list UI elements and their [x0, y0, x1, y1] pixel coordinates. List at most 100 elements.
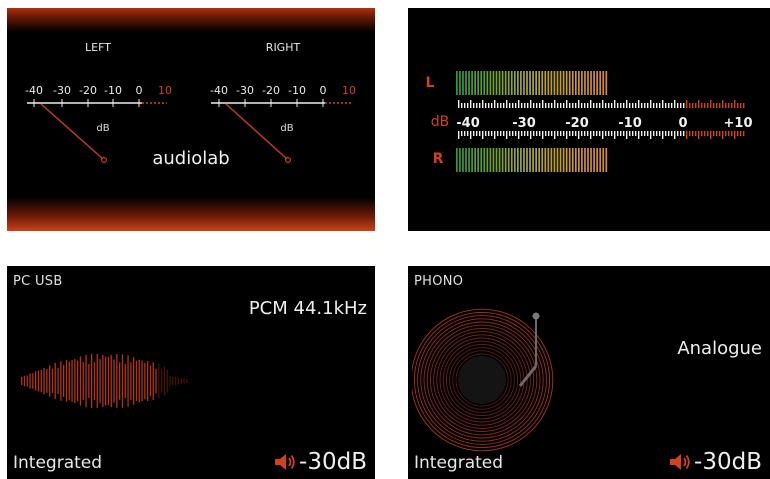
scale-tick-top: [728, 103, 730, 108]
scale-tick-top: [464, 103, 466, 108]
scale-tick-top: [584, 103, 586, 108]
scale-tick-top: [731, 103, 733, 108]
scale-tick-top: [653, 103, 655, 108]
scale-tick-top: [476, 103, 478, 108]
waveform-line: [63, 364, 65, 398]
scale-tick-bottom: [614, 131, 616, 139]
scale-tick-top: [593, 103, 595, 108]
waveform-line: [102, 354, 104, 408]
scale-tick-bottom: [707, 131, 709, 136]
level-segment: [501, 71, 504, 95]
waveform-line: [127, 355, 129, 407]
scale-tick-top: [611, 103, 613, 108]
scale-tick-top: [638, 100, 640, 108]
scale-tick-top: [560, 103, 562, 108]
scale-tick-top: [605, 103, 607, 108]
scale-tick-top: [683, 103, 685, 108]
waveform-line: [161, 369, 163, 393]
scale-tick-top: [470, 100, 472, 108]
waveform-line: [91, 353, 93, 409]
scale-tick-top: [713, 103, 715, 108]
scale-tick-bottom: [677, 131, 679, 136]
left-meter: LEFT -40 -30 -20 -10 0 10 dB: [25, 41, 172, 164]
waveform-line: [85, 354, 87, 408]
right-level-bar: [456, 148, 608, 172]
level-segment: [465, 148, 467, 172]
scale-tick-bottom: [629, 131, 631, 136]
speaker-icon: [670, 454, 690, 470]
scale-tick-bottom: [611, 131, 613, 136]
level-segment: [574, 148, 577, 172]
scale-tick-bottom: [545, 131, 547, 136]
level-segment: [510, 148, 513, 172]
level-segment: [602, 71, 605, 95]
level-segment: [559, 148, 562, 172]
scale-tick-top: [698, 100, 700, 108]
level-segment: [526, 71, 528, 95]
waveform-line: [186, 379, 188, 383]
level-segment: [526, 148, 528, 172]
right-tick-label: -40: [210, 84, 228, 97]
scale-tick-bottom: [488, 131, 490, 136]
scale-tick-top: [518, 100, 520, 108]
scale-tick-top: [620, 103, 622, 108]
waveform-line: [177, 377, 180, 385]
left-tick-label: -40: [25, 84, 43, 97]
source-label: PC USB: [13, 274, 63, 289]
scale-tick-bottom: [536, 131, 538, 136]
level-segment: [495, 148, 498, 172]
scale-tick-top: [506, 100, 508, 108]
waveform-line: [183, 378, 185, 384]
scale-tick-bottom: [461, 131, 463, 136]
waveform-line: [79, 356, 82, 406]
level-segment: [538, 71, 541, 95]
waveform-line: [99, 358, 101, 404]
scale-tick-bottom: [500, 131, 502, 136]
level-segment: [513, 148, 516, 172]
waveform-line: [166, 369, 168, 393]
scale-tick-bottom: [734, 131, 736, 139]
audiolab-logo: audiolab: [152, 148, 229, 169]
level-segment: [587, 148, 589, 172]
scale-tick-bottom: [725, 131, 727, 136]
right-tick-label: -20: [262, 84, 280, 97]
scale-tick-bottom: [719, 131, 721, 136]
scale-tick-top: [521, 103, 523, 108]
waveform-line: [110, 354, 112, 408]
scale-tick-top: [497, 103, 499, 108]
scale-tick-top: [650, 100, 652, 108]
waveform-line: [180, 378, 182, 384]
scale-tick-bottom: [665, 131, 667, 136]
scale-tick-bottom: [680, 131, 682, 136]
right-meter: RIGHT -40 -30 -20 -10 0 10 dB: [210, 41, 356, 164]
tonearm-pivot: [532, 312, 540, 320]
waveform-graphic: [21, 353, 188, 409]
scale-tick-bottom: [644, 131, 646, 136]
scale-tick-bottom: [608, 131, 610, 136]
scale-tick-bottom: [563, 131, 565, 136]
level-segment: [495, 71, 498, 95]
right-needle-pivot: [284, 156, 292, 164]
waveform-line: [21, 377, 23, 385]
left-tick-label: 0: [136, 84, 143, 97]
level-segment: [581, 148, 583, 172]
level-segment: [578, 148, 580, 172]
level-segment: [477, 71, 480, 95]
level-segment: [456, 148, 458, 172]
level-segment: [596, 71, 598, 95]
waveform-line: [158, 363, 160, 399]
scale-tick-bottom: [515, 131, 517, 136]
scale-tick-bottom: [503, 131, 505, 136]
scale-tick-bottom: [686, 131, 688, 139]
scale-tick-top: [512, 103, 514, 108]
scale-tick-bottom: [671, 131, 673, 136]
level-segment: [513, 71, 516, 95]
level-segment: [474, 148, 476, 172]
waveform-line: [40, 369, 42, 393]
scale-tick-top: [686, 100, 688, 108]
level-segment: [581, 71, 583, 95]
level-segment: [523, 71, 525, 95]
scale-tick-bottom: [533, 131, 535, 136]
waveform-line: [172, 376, 174, 386]
scale-tick-top: [596, 103, 598, 108]
